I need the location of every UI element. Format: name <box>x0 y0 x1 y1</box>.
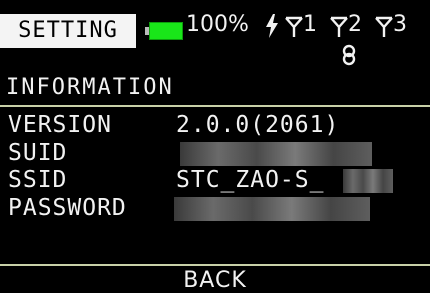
ssid-label: SSID <box>8 167 68 193</box>
antenna-label: 3 <box>393 12 407 37</box>
suid-label: SUID <box>8 140 68 166</box>
bolt-icon <box>266 14 278 38</box>
link-icon <box>342 44 356 66</box>
info-row-suid: SUID <box>8 140 428 168</box>
password-label: PASSWORD <box>8 195 127 221</box>
info-row-password: PASSWORD <box>8 195 428 223</box>
password-redacted-value <box>174 197 370 221</box>
antenna-icon <box>285 16 303 37</box>
battery-percent: 100% <box>186 12 249 37</box>
antenna-label: 2 <box>348 12 362 37</box>
antenna-icon <box>375 16 393 37</box>
ssid-value: STC_ZAO-S_ <box>176 167 325 193</box>
divider-bottom <box>0 264 430 266</box>
info-row-ssid: SSID STC_ZAO-S_ <box>8 167 428 195</box>
battery-icon <box>145 22 185 42</box>
suid-redacted-value <box>180 142 372 166</box>
mode-tab: SETTING <box>0 14 136 48</box>
version-label: VERSION <box>8 112 112 138</box>
back-button[interactable]: BACK <box>0 268 430 293</box>
version-value: 2.0.0(2061) <box>176 112 340 138</box>
antenna-icon <box>330 16 348 37</box>
section-title: INFORMATION <box>6 75 174 100</box>
antenna-label: 1 <box>303 12 317 37</box>
divider-top <box>0 105 430 107</box>
info-row-version: VERSION 2.0.0(2061) <box>8 112 428 140</box>
ssid-redacted-suffix <box>343 169 393 193</box>
